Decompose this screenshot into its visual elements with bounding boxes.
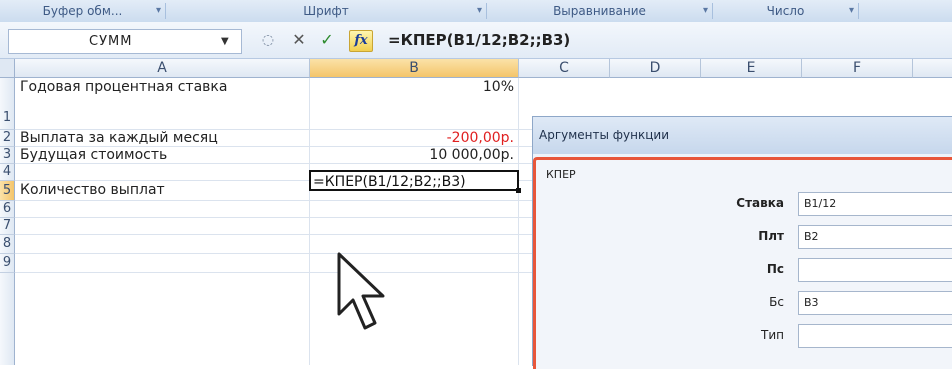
column-header-e[interactable]: E: [701, 59, 802, 78]
cell-a1[interactable]: Годовая процентная ставка: [20, 79, 227, 95]
cancel-icon[interactable]: ✕: [288, 30, 310, 50]
row-header-1[interactable]: 1: [0, 78, 15, 130]
column-header-a[interactable]: A: [15, 59, 310, 78]
fill-handle[interactable]: [516, 188, 521, 193]
row-header-5[interactable]: 5: [0, 181, 15, 201]
row-header-6[interactable]: 6: [0, 201, 15, 218]
dialog-launcher-icon[interactable]: ▾: [156, 3, 161, 19]
active-cell-b5[interactable]: =КПЕР(B1/12;B2;;B3): [309, 170, 521, 193]
row-header-8[interactable]: 8: [0, 235, 15, 254]
ribbon-group-label: Буфер обм...: [42, 4, 123, 18]
name-box-value: СУММ: [89, 34, 133, 49]
mouse-pointer-icon: [337, 252, 385, 330]
dialog-launcher-icon[interactable]: ▾: [849, 3, 854, 19]
row-header-4[interactable]: 4: [0, 164, 15, 181]
circle-icon: ◌: [261, 32, 275, 48]
argument-input-type[interactable]: [798, 324, 952, 348]
select-all-corner[interactable]: [0, 59, 15, 78]
argument-label-fv: Бс: [769, 295, 784, 309]
column-header-c[interactable]: C: [519, 59, 610, 78]
ribbon-group-number[interactable]: Число ▾: [713, 3, 859, 19]
cell-a2[interactable]: Выплата за каждый месяц: [20, 130, 218, 146]
cell-b2[interactable]: -200,00р.: [310, 130, 514, 146]
ribbon-group-label: Шрифт: [303, 4, 349, 18]
argument-input-rate[interactable]: B1/12: [798, 192, 952, 216]
active-cell-value: =КПЕР(B1/12;B2;;B3): [313, 174, 466, 190]
column-header-d[interactable]: D: [610, 59, 701, 78]
formula-bar: СУММ ▼ ◌ ✕ ✓ fx =КПЕР(B1/12;B2;;B3): [0, 22, 952, 59]
argument-input-pmt[interactable]: B2: [798, 225, 952, 249]
column-header-f[interactable]: F: [802, 59, 913, 78]
argument-input-pv[interactable]: [798, 258, 952, 282]
gridline: [518, 78, 519, 365]
name-box[interactable]: СУММ ▼: [8, 29, 242, 54]
cell-b3[interactable]: 10 000,00р.: [310, 147, 514, 163]
row-header-3[interactable]: 3: [0, 147, 15, 164]
dialog-title: Аргументы функции: [539, 128, 670, 142]
column-header-g[interactable]: [913, 59, 952, 78]
cell-b1[interactable]: 10%: [310, 79, 514, 95]
argument-label-rate: Ставка: [736, 196, 784, 210]
enter-icon[interactable]: ✓: [316, 30, 338, 50]
function-name: КПЕР: [546, 168, 576, 181]
row-header-10[interactable]: [0, 273, 15, 365]
ribbon-group-clipboard[interactable]: Буфер обм... ▾: [0, 3, 166, 19]
gridline: [309, 78, 310, 365]
argument-input-fv[interactable]: B3: [798, 291, 952, 315]
row-header-7[interactable]: 7: [0, 218, 15, 235]
chevron-down-icon[interactable]: ▼: [221, 30, 229, 53]
ribbon-group-alignment[interactable]: Выравнивание ▾: [487, 3, 713, 19]
row-header-9[interactable]: 9: [0, 254, 15, 273]
argument-label-pv: Пс: [766, 262, 784, 276]
dialog-launcher-icon[interactable]: ▾: [477, 3, 482, 19]
argument-label-pmt: Плт: [758, 229, 784, 243]
ribbon-group-bar: Буфер обм... ▾ Шрифт ▾ Выравнивание ▾ Чи…: [0, 0, 952, 23]
cell-a3[interactable]: Будущая стоимость: [20, 147, 167, 163]
function-arguments-dialog: Аргументы функции КПЕР Ставка B1/12 Плт …: [532, 116, 952, 369]
function-arguments-frame: КПЕР Ставка B1/12 Плт B2 Пс Бс B3 Тип: [533, 157, 952, 369]
insert-function-icon[interactable]: fx: [349, 30, 373, 52]
ribbon-group-font[interactable]: Шрифт ▾: [166, 3, 487, 19]
ribbon-group-label: Число: [766, 4, 805, 18]
formula-buttons: ◌ ✕ ✓ fx: [250, 29, 380, 52]
ribbon-group-label: Выравнивание: [553, 4, 646, 18]
formula-input[interactable]: =КПЕР(B1/12;B2;;B3): [388, 31, 570, 49]
dialog-titlebar[interactable]: Аргументы функции: [533, 117, 952, 154]
cell-a5[interactable]: Количество выплат: [20, 182, 165, 198]
dialog-launcher-icon[interactable]: ▾: [703, 3, 708, 19]
row-header-2[interactable]: 2: [0, 130, 15, 147]
column-header-b[interactable]: B: [310, 59, 519, 78]
argument-label-type: Тип: [761, 328, 784, 342]
